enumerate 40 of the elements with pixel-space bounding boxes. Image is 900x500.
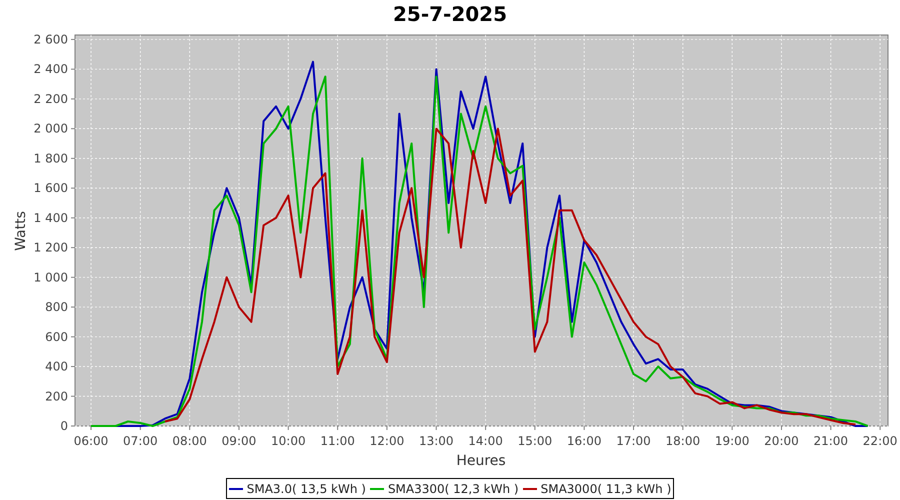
legend-label: SMA3000( 11,3 kWh )	[540, 480, 672, 498]
y-tick-label: 1 800	[34, 151, 68, 166]
y-tick-label: 200	[45, 389, 68, 404]
x-tick-label: 11:00	[320, 434, 355, 448]
x-tick-label: 19:00	[714, 434, 750, 448]
y-tick-label: 2 600	[34, 32, 68, 46]
legend-label: SMA3300( 12,3 kWh )	[388, 480, 519, 498]
x-tick-label: 13:00	[418, 434, 454, 448]
y-axis-title: Watts	[13, 211, 29, 251]
x-axis-title: Heures	[456, 453, 506, 469]
x-tick-label: 10:00	[271, 434, 306, 448]
x-tick-label: 08:00	[172, 434, 207, 448]
y-tick-label: 600	[45, 330, 68, 344]
y-tick-label: 1 400	[34, 210, 68, 225]
y-tick-label: 2 400	[34, 62, 68, 76]
x-tick-label: 06:00	[74, 434, 108, 448]
legend-label: SMA3.0( 13,5 kWh )	[246, 480, 366, 498]
y-tick-label: 2 200	[34, 92, 68, 106]
x-tick-label: 18:00	[666, 434, 700, 448]
y-tick-label: 1 000	[34, 270, 68, 284]
x-tick-label: 22:00	[862, 434, 898, 448]
legend-line-icon	[522, 488, 537, 490]
legend-line-icon	[370, 488, 384, 490]
y-tick-label: 1 200	[34, 240, 68, 255]
chart-title: 25-7-2025	[393, 2, 507, 26]
y-tick-label: 800	[45, 300, 68, 314]
y-tick-label: 1 600	[34, 181, 68, 196]
legend-line-icon	[228, 488, 243, 490]
x-tick-label: 21:00	[814, 434, 848, 448]
x-tick-label: 09:00	[222, 434, 256, 448]
x-tick-label: 07:00	[123, 434, 158, 448]
x-tick-label: 15:00	[518, 434, 552, 448]
x-tick-label: 20:00	[764, 434, 799, 448]
x-tick-label: 17:00	[616, 434, 651, 448]
x-tick-label: 16:00	[566, 434, 602, 448]
y-tick-label: 400	[45, 360, 68, 374]
y-tick-label: 2 000	[34, 122, 68, 136]
y-tick-label: 0	[60, 419, 68, 433]
x-tick-label: 14:00	[468, 434, 503, 448]
x-tick-label: 12:00	[370, 434, 404, 448]
